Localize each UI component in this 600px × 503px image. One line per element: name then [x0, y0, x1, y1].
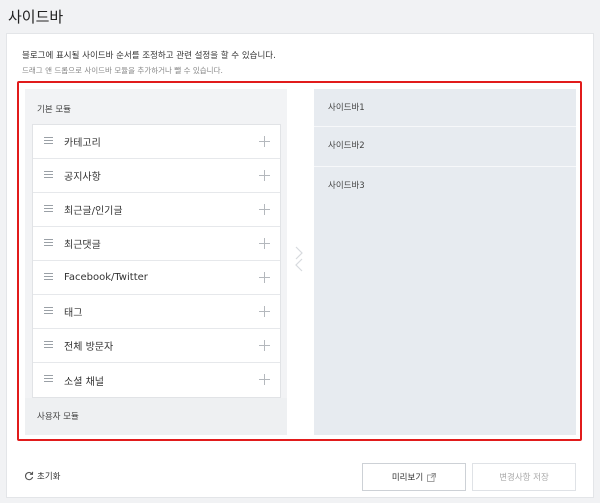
save-changes-button[interactable]: 변경사항 저장: [472, 463, 576, 491]
description-hint: 드래그 앤 드롭으로 사이드바 모듈을 추가하거나 뺄 수 있습니다.: [22, 66, 223, 75]
drag-handle-icon[interactable]: [44, 205, 53, 213]
drag-handle-icon[interactable]: [44, 375, 53, 383]
plus-icon[interactable]: [259, 272, 270, 283]
reset-label: 초기화: [37, 472, 61, 482]
plus-icon[interactable]: [259, 238, 270, 249]
sidebar-slot-label: 사이드바3: [328, 181, 365, 191]
module-label: 최근글/인기글: [64, 206, 123, 217]
user-modules-section[interactable]: 사용자 모듈: [25, 398, 287, 435]
sidebar-slot-label: 사이드바2: [328, 141, 365, 151]
module-item[interactable]: Facebook/Twitter: [33, 261, 280, 295]
sidebar-slot-label: 사이드바1: [328, 103, 365, 113]
module-label: 태그: [64, 308, 83, 319]
plus-icon[interactable]: [259, 374, 270, 385]
sidebar-slot-1[interactable]: 사이드바1: [314, 89, 576, 127]
drag-handle-icon[interactable]: [44, 307, 53, 315]
module-item[interactable]: 공지사항: [33, 159, 280, 193]
module-palette: 기본 모듈 카테고리 공지사항 최근글/인기글 최근댓글 Facebook/Tw…: [25, 89, 287, 435]
module-label: 카테고리: [64, 138, 101, 149]
plus-icon[interactable]: [259, 170, 270, 181]
drag-handle-icon[interactable]: [44, 239, 53, 247]
module-label: Facebook/Twitter: [64, 272, 148, 283]
module-label: 최근댓글: [64, 240, 101, 251]
module-item[interactable]: 최근글/인기글: [33, 193, 280, 227]
move-arrows-icon: [295, 246, 303, 272]
save-label: 변경사항 저장: [499, 473, 549, 483]
plus-icon[interactable]: [259, 306, 270, 317]
module-item[interactable]: 태그: [33, 295, 280, 329]
preview-button[interactable]: 미리보기: [362, 463, 466, 491]
drag-handle-icon[interactable]: [44, 341, 53, 349]
preview-label: 미리보기: [391, 473, 424, 483]
sidebar-slot-2[interactable]: 사이드바2: [314, 127, 576, 167]
drag-handle-icon[interactable]: [44, 273, 53, 281]
description-text: 블로그에 표시될 사이드바 순서를 조정하고 관련 설정을 할 수 있습니다.: [22, 51, 276, 61]
sidebar-columns: 사이드바1 사이드바2 사이드바3: [314, 89, 576, 435]
sidebar-slot-3[interactable]: 사이드바3: [314, 167, 576, 435]
module-item[interactable]: 전체 방문자: [33, 329, 280, 363]
module-item[interactable]: 카테고리: [33, 125, 280, 159]
basic-module-list: 카테고리 공지사항 최근글/인기글 최근댓글 Facebook/Twitter …: [32, 124, 281, 398]
user-modules-title: 사용자 모듈: [37, 412, 79, 422]
module-label: 공지사항: [64, 172, 101, 183]
module-label: 소셜 채널: [64, 376, 104, 388]
basic-modules-title: 기본 모듈: [37, 105, 71, 115]
module-item[interactable]: 최근댓글: [33, 227, 280, 261]
reset-button[interactable]: 초기화: [24, 470, 60, 482]
drag-handle-icon[interactable]: [44, 137, 53, 145]
drag-handle-icon[interactable]: [44, 171, 53, 179]
refresh-icon: [24, 471, 34, 481]
plus-icon[interactable]: [259, 136, 270, 147]
plus-icon[interactable]: [259, 340, 270, 351]
module-item[interactable]: 소셜 채널: [33, 363, 280, 397]
page-title: 사이드바: [8, 8, 64, 26]
external-link-icon: [427, 472, 437, 482]
module-label: 전체 방문자: [64, 342, 114, 353]
plus-icon[interactable]: [259, 204, 270, 215]
